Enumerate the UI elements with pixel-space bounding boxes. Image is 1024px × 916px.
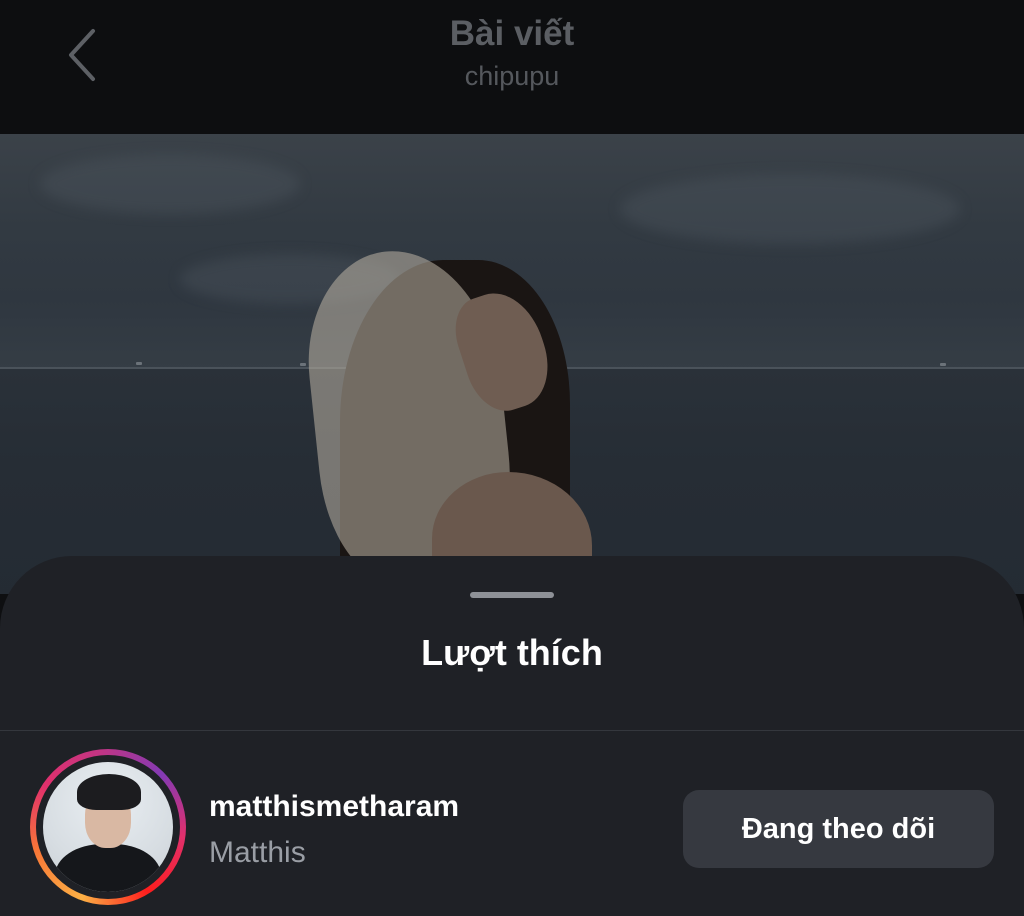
photo-cloud bbox=[40, 154, 300, 214]
avatar-story-ring[interactable] bbox=[30, 749, 186, 905]
page-title: Bài viết bbox=[449, 14, 575, 53]
photo-cloud bbox=[620, 174, 960, 244]
avatar-hair bbox=[77, 774, 141, 810]
sheet-drag-handle[interactable] bbox=[470, 592, 554, 598]
avatar-border bbox=[36, 755, 180, 899]
list-item[interactable]: matthismetharam Matthis Đang theo dõi bbox=[0, 746, 1024, 916]
photo-boat bbox=[136, 362, 142, 365]
post-likes-screen: Bài viết chipupu Lượt thích matthismetha… bbox=[0, 0, 1024, 916]
username-link[interactable]: matthismetharam bbox=[209, 788, 459, 826]
photo-boat bbox=[940, 363, 946, 366]
likes-bottom-sheet: Lượt thích matthismetharam Matthis Đang … bbox=[0, 556, 1024, 916]
photo-boat bbox=[300, 363, 306, 366]
top-navigation-bar: Bài viết chipupu bbox=[0, 0, 1024, 134]
likes-title: Lượt thích bbox=[421, 632, 603, 673]
full-name: Matthis bbox=[209, 836, 306, 869]
header-titles: Bài viết chipupu bbox=[0, 12, 1024, 96]
sheet-divider bbox=[0, 730, 1024, 731]
avatar-body bbox=[55, 844, 161, 892]
following-button[interactable]: Đang theo dõi bbox=[683, 790, 994, 868]
page-subtitle-username: chipupu bbox=[464, 61, 560, 91]
post-photo bbox=[0, 134, 1024, 594]
avatar bbox=[43, 762, 173, 892]
